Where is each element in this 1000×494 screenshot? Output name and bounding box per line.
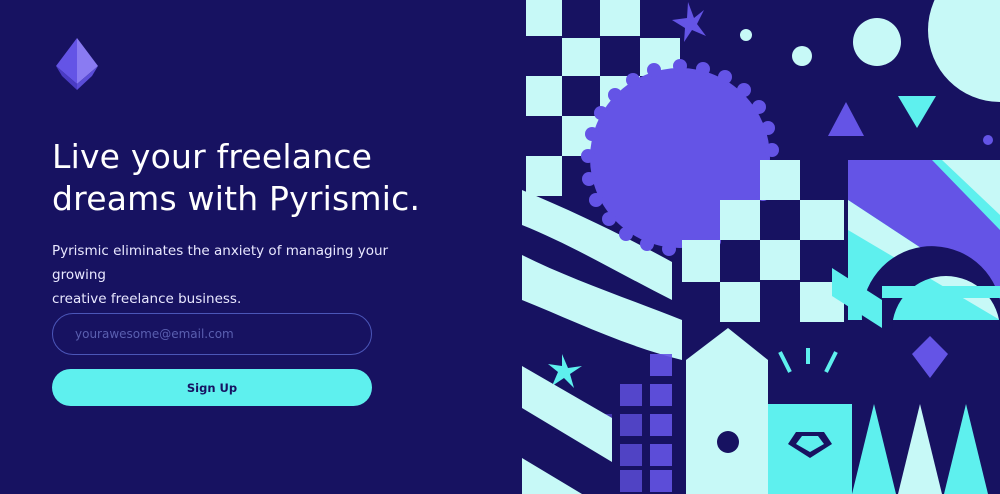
email-input[interactable] <box>52 313 372 355</box>
pyramid-logo-icon[interactable] <box>52 36 102 92</box>
subtext-line-2: creative freelance business. <box>52 291 242 307</box>
sign-up-button[interactable]: Sign Up <box>52 369 372 406</box>
hero-headline: Live your freelance dreams with Pyrismic… <box>52 136 492 220</box>
hero-subtext: Pyrismic eliminates the anxiety of manag… <box>52 239 432 311</box>
subtext-line-1: Pyrismic eliminates the anxiety of manag… <box>52 243 389 283</box>
headline-line-2: dreams with Pyrismic. <box>52 179 421 218</box>
hero-panel: Live your freelance dreams with Pyrismic… <box>0 0 520 494</box>
decorative-illustration <box>522 0 1000 494</box>
headline-line-1: Live your freelance <box>52 137 373 176</box>
